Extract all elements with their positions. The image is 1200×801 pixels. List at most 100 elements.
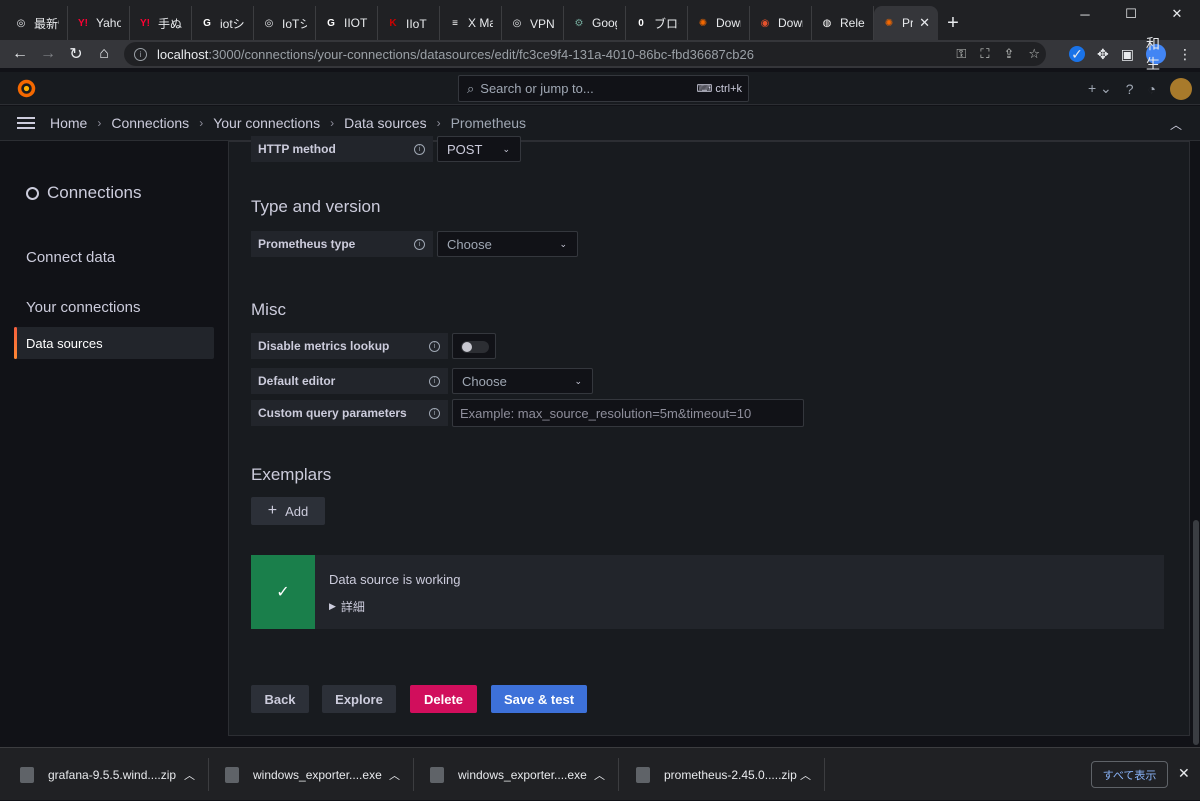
browser-tab[interactable]: ◎ VPN接 <box>502 6 564 40</box>
grafana-logo-icon[interactable] <box>16 78 37 99</box>
browser-tab[interactable]: Y! 手ぬぐ <box>130 6 192 40</box>
user-avatar[interactable] <box>1170 77 1192 100</box>
chevron-up-icon[interactable]: ︿ <box>1170 116 1182 133</box>
chevron-up-icon[interactable]: ︿ <box>594 767 605 783</box>
browser-tab[interactable]: Giotシス <box>192 6 254 40</box>
download-item[interactable]: grafana-9.5.5.wind....zip ︿ <box>20 748 206 801</box>
site-info-icon[interactable]: i <box>134 47 147 61</box>
search-bar[interactable]: ⌕ Search or jump to... ⌨ ctrl+k <box>458 75 749 102</box>
zip-file-icon <box>20 766 34 783</box>
exe-file-icon <box>225 766 239 783</box>
browser-tab[interactable]: ◉ Down <box>750 6 812 40</box>
share-icon[interactable]: ⇪ <box>1003 46 1014 62</box>
download-item[interactable]: prometheus-2.45.0.....zip ︿ <box>636 748 822 801</box>
info-icon[interactable]: i <box>429 407 440 419</box>
show-all-downloads-button[interactable]: すべて表示 <box>1091 761 1168 788</box>
section-sidebar: Connections Connect data Your connection… <box>0 141 228 747</box>
info-icon[interactable]: i <box>414 143 425 155</box>
key-icon[interactable]: ⚿ <box>956 46 966 62</box>
chevron-up-icon[interactable]: ︿ <box>184 767 195 783</box>
download-item[interactable]: windows_exporter....exe ︿ <box>225 748 411 801</box>
add-exemplar-button[interactable]: + Add <box>251 497 325 525</box>
address-bar[interactable]: i localhost:3000/connections/your-connec… <box>124 42 1046 66</box>
extension-icons: ✓ ✥ ▣ 和生 ⋮ <box>1069 36 1192 72</box>
browser-tab[interactable]: Y! Yahoo <box>68 6 130 40</box>
extension-check-icon[interactable]: ✓ <box>1069 46 1086 62</box>
tab-favicon-icon: Y! <box>78 17 88 29</box>
alert-details-toggle[interactable]: ▶ 詳細 <box>329 598 365 615</box>
translate-icon[interactable]: ⛶ <box>980 46 989 62</box>
browser-tab[interactable]: ◎ 最新情 <box>6 6 68 40</box>
browser-tab[interactable]: ≡ X Mar <box>440 6 502 40</box>
browser-tab[interactable]: ◍ Releas <box>812 6 874 40</box>
explore-button[interactable]: Explore <box>322 685 396 713</box>
help-icon[interactable]: ? <box>1126 81 1134 97</box>
page-scrollbar[interactable] <box>1192 141 1200 747</box>
search-placeholder: Search or jump to... <box>480 81 594 96</box>
sidebar-item-your-connections[interactable]: Your connections <box>26 299 141 316</box>
breadcrumb-home[interactable]: Home <box>50 115 87 131</box>
sidebar-item-label: Data sources <box>26 336 103 351</box>
breadcrumb-your-connections[interactable]: Your connections <box>213 115 320 131</box>
browser-tab-label: IIOT - <box>344 16 369 30</box>
chevron-up-icon[interactable]: ︿ <box>800 767 811 783</box>
chevron-up-icon[interactable]: ︿ <box>389 767 400 783</box>
browser-tab[interactable]: G IIOT - <box>316 6 378 40</box>
custom-query-label-text: Custom query parameters <box>258 406 407 420</box>
browser-toolbar: ← → ↻ ⌂ i localhost:3000/connections/you… <box>0 36 1200 72</box>
browser-tab[interactable]: 0 ブログ <box>626 6 688 40</box>
home-icon[interactable]: ⌂ <box>90 40 118 68</box>
keyboard-icon: ⌨ <box>696 83 713 95</box>
browser-tab-active[interactable]: ✺ Pr ✕ <box>874 6 938 40</box>
breadcrumb-connections[interactable]: Connections <box>111 115 189 131</box>
maximize-window-button[interactable]: ☐ <box>1108 0 1154 28</box>
browser-tab-label: ブログ <box>654 16 679 31</box>
breadcrumb-data-sources[interactable]: Data sources <box>344 115 426 131</box>
browser-tab[interactable]: ✺ Down <box>688 6 750 40</box>
new-tab-button[interactable]: + <box>938 6 968 40</box>
browser-tab[interactable]: ⚙ Googl <box>564 6 626 40</box>
download-item[interactable]: windows_exporter....exe ︿ <box>430 748 616 801</box>
minimize-window-button[interactable]: ─ <box>1062 0 1108 28</box>
tab-favicon-icon: ◉ <box>760 17 770 29</box>
sidebar-item-connect-data[interactable]: Connect data <box>26 249 115 266</box>
bookmark-star-icon[interactable]: ☆ <box>1028 46 1040 62</box>
browser-tab[interactable]: K IIoT（ <box>378 6 440 40</box>
close-window-button[interactable]: ✕ <box>1154 0 1200 28</box>
close-tab-icon[interactable]: ✕ <box>919 15 930 31</box>
default-editor-select[interactable]: Choose ⌄ <box>452 368 593 394</box>
sidebar-item-data-sources[interactable]: Data sources <box>14 327 214 359</box>
default-editor-label-text: Default editor <box>258 374 336 388</box>
prometheus-type-select[interactable]: Choose ⌄ <box>437 231 578 257</box>
profile-avatar[interactable]: 和生 <box>1146 36 1166 72</box>
info-icon[interactable]: i <box>429 375 440 387</box>
success-alert: ✓ Data source is working ▶ 詳細 <box>251 555 1164 629</box>
info-icon[interactable]: i <box>429 340 440 352</box>
menu-hamburger-icon[interactable] <box>17 114 35 132</box>
save-test-button[interactable]: Save & test <box>491 685 587 713</box>
check-icon: ✓ <box>251 555 315 629</box>
scrollbar-thumb[interactable] <box>1193 520 1199 745</box>
browser-tab-label: 手ぬぐ <box>158 16 183 31</box>
grafana-topbar: ⌕ Search or jump to... ⌨ ctrl+k + ⌄ ? ◔ <box>0 72 1200 105</box>
back-arrow-icon[interactable]: ← <box>6 40 34 68</box>
back-button[interactable]: Back <box>251 685 309 713</box>
default-editor-value: Choose <box>462 373 507 389</box>
forward-arrow-icon[interactable]: → <box>34 40 62 68</box>
plus-icon: + <box>267 502 278 519</box>
new-plus-icon[interactable]: + ⌄ <box>1088 80 1112 97</box>
side-panel-icon[interactable]: ▣ <box>1121 46 1134 63</box>
kebab-menu-icon[interactable]: ⋮ <box>1178 46 1192 63</box>
disable-metrics-toggle[interactable] <box>452 333 496 359</box>
news-rss-icon[interactable]: ◔ <box>1148 81 1156 97</box>
http-method-select[interactable]: POST ⌄ <box>437 136 521 162</box>
sidebar-title-label: Connections <box>47 183 142 202</box>
info-icon[interactable]: i <box>414 238 425 250</box>
delete-button[interactable]: Delete <box>410 685 477 713</box>
browser-tab[interactable]: ◎ IoTシ <box>254 6 316 40</box>
puzzle-extensions-icon[interactable]: ✥ <box>1097 46 1109 63</box>
download-filename: windows_exporter....exe <box>458 767 587 782</box>
custom-query-input[interactable] <box>452 399 804 427</box>
close-download-bar-icon[interactable]: ✕ <box>1178 765 1190 782</box>
reload-icon[interactable]: ↻ <box>62 40 90 68</box>
